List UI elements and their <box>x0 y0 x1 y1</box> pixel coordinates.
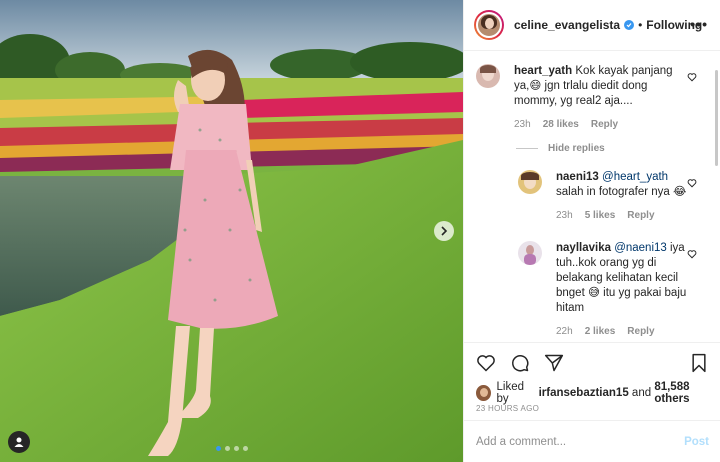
more-options-icon[interactable]: ••• <box>690 16 708 32</box>
reply-button[interactable]: Reply <box>591 117 618 132</box>
user-tag-icon <box>14 437 24 447</box>
post-header: celine_evangelista • Following ••• <box>464 0 720 51</box>
commenter-avatar[interactable] <box>476 64 500 88</box>
hide-replies-button[interactable]: Hide replies <box>516 143 605 154</box>
like-comment-heart-icon[interactable] <box>687 249 697 259</box>
comment-mention[interactable]: @heart_yath <box>602 171 668 183</box>
post-photo[interactable] <box>0 0 463 462</box>
comment-reply-item: nayllavika @naeni13 iya tuh..kok orang y… <box>518 241 688 339</box>
post-comment-button[interactable]: Post <box>684 436 709 448</box>
post-actions: Liked by irfansebaztian15 and 81,588 oth… <box>464 342 720 420</box>
comment-username[interactable]: nayllavika <box>556 242 611 254</box>
carousel-dot <box>216 446 221 451</box>
instagram-post: celine_evangelista • Following ••• heart… <box>0 0 720 462</box>
carousel-indicator <box>216 446 248 451</box>
like-comment-heart-icon[interactable] <box>687 72 697 82</box>
comment-bubble-icon[interactable] <box>510 353 530 373</box>
comment-likes[interactable]: 5 likes <box>585 208 616 223</box>
next-slide-button[interactable] <box>434 221 454 241</box>
comment-likes[interactable]: 28 likes <box>543 117 579 132</box>
author-avatar[interactable] <box>474 10 504 40</box>
comments-scrollbar[interactable] <box>715 70 718 166</box>
comments-list: heart_yath Kok kayak panjang ya,😄 jgn tr… <box>464 52 720 342</box>
liker-username[interactable]: irfansebaztian15 <box>539 387 629 399</box>
likes-summary: Liked by irfansebaztian15 and 81,588 oth… <box>476 381 720 405</box>
post-timestamp[interactable]: 23 HOURS AGO <box>476 404 539 413</box>
liker-avatar[interactable] <box>476 385 491 401</box>
carousel-dot <box>243 446 248 451</box>
comment-time[interactable]: 22h <box>556 324 573 339</box>
comment-input[interactable] <box>476 435 685 448</box>
photo-scene <box>0 0 463 462</box>
verified-badge-icon <box>624 20 635 30</box>
likes-others-link[interactable]: 81,588 others <box>654 381 720 405</box>
comment-item: heart_yath Kok kayak panjang ya,😄 jgn tr… <box>476 64 691 132</box>
bookmark-icon[interactable] <box>689 353 709 373</box>
like-heart-icon[interactable] <box>476 353 496 373</box>
tagged-users-button[interactable] <box>8 431 30 453</box>
share-paper-plane-icon[interactable] <box>544 353 564 373</box>
comment-likes[interactable]: 2 likes <box>585 324 616 339</box>
carousel-dot <box>225 446 230 451</box>
comment-username[interactable]: naeni13 <box>556 171 599 183</box>
commenter-avatar[interactable] <box>518 170 542 194</box>
reply-button[interactable]: Reply <box>627 324 654 339</box>
carousel-dot <box>234 446 239 451</box>
author-username[interactable]: celine_evangelista <box>514 18 620 32</box>
comment-time[interactable]: 23h <box>556 208 573 223</box>
comment-time[interactable]: 23h <box>514 117 531 132</box>
like-comment-heart-icon[interactable] <box>687 178 697 188</box>
reply-button[interactable]: Reply <box>627 208 654 223</box>
comment-text: salah in fotografer nya 😂 <box>556 186 687 198</box>
add-comment-bar: Post <box>464 420 720 462</box>
chevron-right-icon <box>441 226 448 236</box>
commenter-avatar[interactable] <box>518 241 542 265</box>
comment-username[interactable]: heart_yath <box>514 65 572 77</box>
comment-reply-item: naeni13 @heart_yath salah in fotografer … <box>518 170 688 223</box>
header-separator: • <box>638 18 643 32</box>
comment-mention[interactable]: @naeni13 <box>614 242 667 254</box>
post-side-panel: celine_evangelista • Following ••• heart… <box>463 0 720 462</box>
